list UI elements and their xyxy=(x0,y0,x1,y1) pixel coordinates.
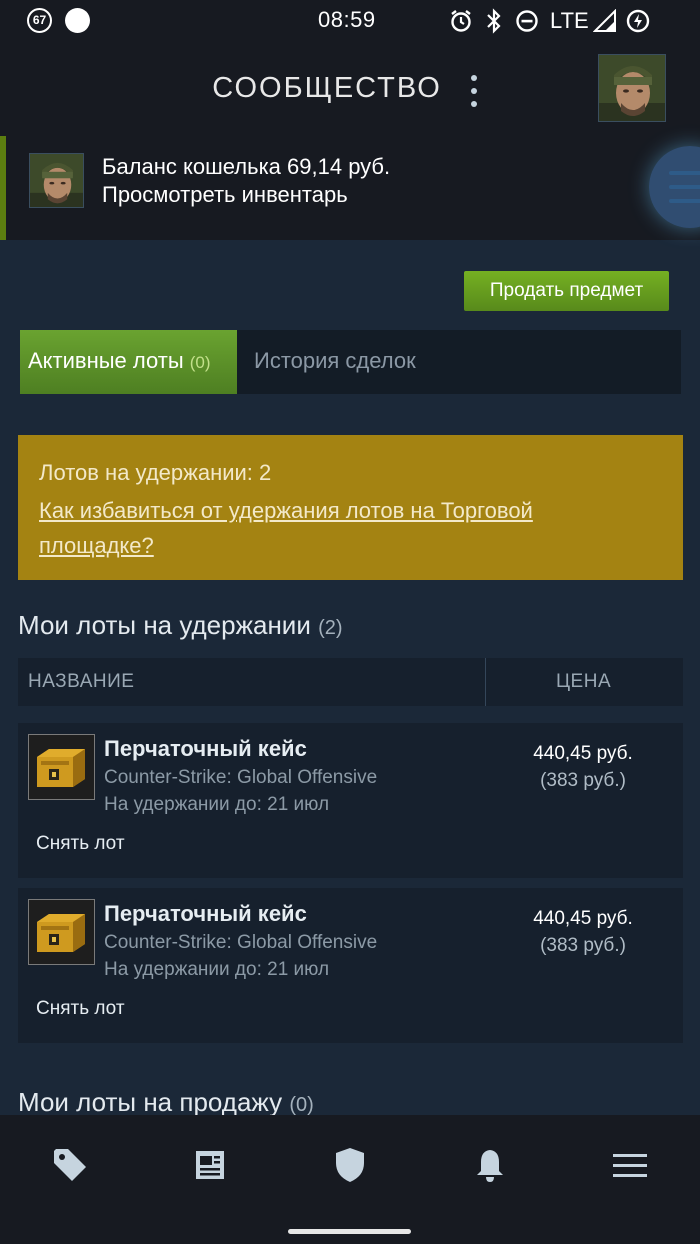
dnd-icon xyxy=(516,10,538,32)
item-price-sub: (383 руб.) xyxy=(540,770,626,791)
item-price: 440,45 руб. xyxy=(533,743,633,764)
news-icon[interactable] xyxy=(190,1145,230,1185)
column-header-name: НАЗВАНИЕ xyxy=(28,671,135,692)
page-title: СООБЩЕСТВО xyxy=(212,72,442,104)
more-options-icon[interactable] xyxy=(464,75,484,107)
tab-trade-history[interactable]: История сделок xyxy=(254,330,416,392)
on-hold-count: (2) xyxy=(318,617,343,639)
remove-listing-button[interactable]: Снять лот xyxy=(36,833,125,855)
user-avatar[interactable] xyxy=(598,54,666,122)
tag-icon[interactable] xyxy=(50,1145,90,1185)
hold-count-text: Лотов на удержании: 2 xyxy=(39,460,272,485)
wallet-panel: Баланс кошелька 69,14 руб. Просмотреть и… xyxy=(0,136,700,240)
sell-item-button[interactable]: Продать предмет xyxy=(464,271,669,311)
item-game: Counter-Strike: Global Offensive xyxy=(104,932,378,953)
bell-icon[interactable] xyxy=(470,1145,510,1185)
notification-badge: 67 xyxy=(27,8,52,33)
hold-help-link[interactable]: Как избавиться от удержания лотов на Тор… xyxy=(39,493,639,563)
item-price-sub: (383 руб.) xyxy=(540,935,626,956)
column-divider xyxy=(485,658,486,706)
network-type: LTE xyxy=(550,8,589,33)
alarm-icon xyxy=(451,10,471,32)
battery-saver-icon xyxy=(626,9,649,33)
floating-menu-button[interactable] xyxy=(649,146,700,228)
item-game: Counter-Strike: Global Offensive xyxy=(104,767,378,788)
remove-listing-button[interactable]: Снять лот xyxy=(36,998,125,1020)
item-hold-until: На удержании до: 21 июл xyxy=(104,959,330,980)
bottom-navigation xyxy=(0,1115,700,1244)
column-header-price: ЦЕНА xyxy=(556,671,612,692)
status-icons: LTE xyxy=(448,6,651,36)
tab-active-label: Активные лоты xyxy=(28,348,184,373)
tab-active-count: (0) xyxy=(189,353,211,372)
hold-notice: Лотов на удержании: 2 Как избавиться от … xyxy=(18,435,683,580)
notification-dot-icon xyxy=(65,8,90,33)
app-header: СООБЩЕСТВО xyxy=(0,42,700,136)
status-bar: 67 08:59 LTE xyxy=(0,0,700,42)
home-indicator[interactable] xyxy=(288,1229,411,1234)
for-sale-count: (0) xyxy=(289,1094,314,1116)
listings-table-header: НАЗВАНИЕ ЦЕНА xyxy=(18,658,683,706)
listing-row: Перчаточный кейс Counter-Strike: Global … xyxy=(18,723,683,878)
signal-icon xyxy=(592,9,616,32)
status-time: 08:59 xyxy=(318,7,376,32)
shield-icon[interactable] xyxy=(330,1145,370,1185)
listing-tabs: Активные лоты (0) История сделок xyxy=(20,330,681,394)
for-sale-section-title: Мои лоты на продажу (0) xyxy=(18,1087,314,1118)
wallet-avatar xyxy=(29,153,84,208)
on-hold-title-text: Мои лоты на удержании xyxy=(18,610,311,640)
tab-active-listings[interactable]: Активные лоты (0) xyxy=(20,330,237,394)
glove-case-image[interactable] xyxy=(28,899,95,965)
glove-case-image[interactable] xyxy=(28,734,95,800)
item-name[interactable]: Перчаточный кейс xyxy=(104,736,307,762)
item-name[interactable]: Перчаточный кейс xyxy=(104,901,307,927)
wallet-balance: Баланс кошелька 69,14 руб. xyxy=(102,154,391,179)
item-hold-until: На удержании до: 21 июл xyxy=(104,794,330,815)
on-hold-section-title: Мои лоты на удержании (2) xyxy=(18,610,343,641)
listing-row: Перчаточный кейс Counter-Strike: Global … xyxy=(18,888,683,1043)
view-inventory-link[interactable]: Просмотреть инвентарь xyxy=(102,182,348,208)
item-price: 440,45 руб. xyxy=(533,908,633,929)
bluetooth-icon xyxy=(487,8,501,34)
menu-icon[interactable] xyxy=(610,1145,650,1185)
for-sale-title-text: Мои лоты на продажу xyxy=(18,1087,283,1117)
